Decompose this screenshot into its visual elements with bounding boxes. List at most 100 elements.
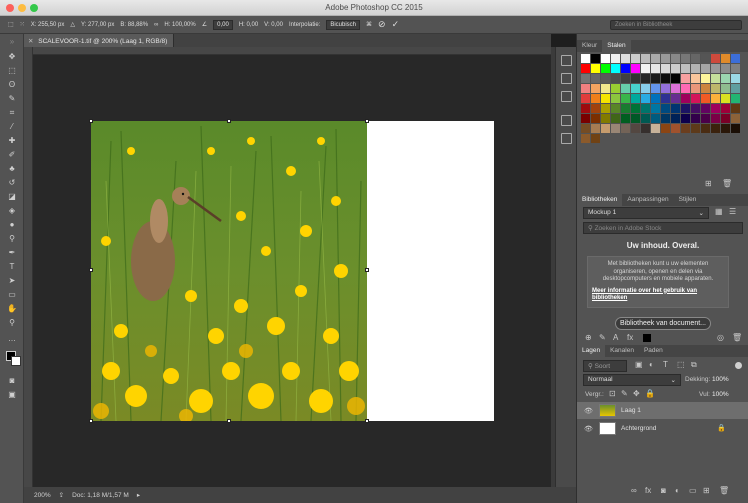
screen-mode-icon[interactable]: ▣ [6, 390, 18, 400]
color-swatch[interactable] [671, 64, 680, 73]
color-swatch[interactable] [631, 54, 640, 63]
link-icon[interactable]: ∞ [154, 22, 158, 28]
paragraph-panel-icon[interactable] [561, 133, 572, 144]
color-swatch[interactable] [611, 74, 620, 83]
lock-pixels-icon[interactable]: ⊡ [609, 389, 616, 398]
h-skew-field[interactable]: H: 0,00 [239, 22, 258, 28]
tab-stalen[interactable]: Stalen [602, 40, 631, 52]
color-swatch[interactable] [621, 104, 630, 113]
color-swatch[interactable] [731, 54, 740, 63]
color-swatch[interactable] [601, 94, 610, 103]
color-swatch[interactable] [701, 74, 710, 83]
color-swatch[interactable] [701, 104, 710, 113]
color-swatch[interactable] [691, 124, 700, 133]
transform-handle-left[interactable] [89, 268, 93, 272]
path-select-tool-icon[interactable]: ➤ [6, 276, 18, 286]
color-swatch[interactable] [671, 124, 680, 133]
color-swatch[interactable] [581, 94, 590, 103]
color-swatch[interactable] [601, 84, 610, 93]
color-swatch[interactable] [711, 74, 720, 83]
color-swatch[interactable] [631, 74, 640, 83]
quick-select-tool-icon[interactable]: ✎ [6, 94, 18, 104]
crop-tool-icon[interactable]: ⌗ [6, 108, 18, 118]
interpolation-select[interactable]: Bicubisch [326, 19, 361, 30]
color-swatch[interactable] [721, 124, 730, 133]
color-swatch[interactable] [671, 74, 680, 83]
transform-handle-top-left[interactable] [89, 119, 93, 123]
color-swatch[interactable] [651, 124, 660, 133]
library-search-input[interactable]: Zoeken in Bibliotheek [610, 19, 742, 30]
blend-mode-select[interactable]: Normaal ⌄ [583, 374, 681, 386]
color-swatch[interactable] [621, 64, 630, 73]
reference-point-icon[interactable]: ⁙ [20, 21, 25, 28]
tab-lagen[interactable]: Lagen [577, 345, 606, 357]
eraser-tool-icon[interactable]: ◪ [6, 192, 18, 202]
transform-handle-bottom[interactable] [227, 419, 231, 423]
link-layers-icon[interactable]: ∞ [631, 486, 637, 495]
type-tool-icon[interactable]: T [6, 262, 18, 272]
background-color-swatch[interactable] [11, 356, 21, 366]
marquee-tool-icon[interactable]: ⬚ [6, 66, 18, 76]
color-swatch[interactable] [681, 104, 690, 113]
color-swatch[interactable] [631, 124, 640, 133]
opacity-value[interactable]: 100% [712, 376, 729, 383]
color-swatch[interactable] [591, 84, 600, 93]
color-swatch[interactable] [701, 114, 710, 123]
color-swatch[interactable] [661, 64, 670, 73]
color-swatch[interactable] [591, 114, 600, 123]
color-swatch[interactable] [661, 124, 670, 133]
color-swatch[interactable] [711, 124, 720, 133]
color-swatch[interactable] [701, 124, 710, 133]
color-swatch[interactable] [641, 54, 650, 63]
color-swatch[interactable] [721, 114, 730, 123]
tab-kleur[interactable]: Kleur [577, 40, 602, 52]
brush-content-icon[interactable]: ✎ [599, 333, 606, 342]
status-menu-icon[interactable]: ▸ [137, 491, 140, 499]
color-swatch[interactable] [581, 124, 590, 133]
commit-transform-icon[interactable]: ✓ [392, 19, 400, 30]
layer-row-achtergrond[interactable]: 👁 Achtergrond 🔒 [577, 420, 748, 437]
color-swatch[interactable] [581, 64, 590, 73]
hand-tool-icon[interactable]: ✋ [6, 304, 18, 314]
layer-name[interactable]: Laag 1 [621, 407, 641, 414]
color-swatch[interactable] [731, 94, 740, 103]
color-swatch[interactable] [611, 124, 620, 133]
export-icon[interactable]: ⇪ [59, 491, 64, 499]
color-swatch[interactable] [581, 134, 590, 143]
color-swatch[interactable] [681, 64, 690, 73]
cancel-transform-icon[interactable]: ⊘ [378, 19, 386, 30]
lock-position-icon[interactable]: ✥ [633, 389, 640, 398]
color-swatch[interactable] [661, 114, 670, 123]
color-swatch[interactable] [581, 114, 590, 123]
zoom-level[interactable]: 200% [34, 492, 51, 499]
transform-handle-bottom-right[interactable] [365, 419, 369, 423]
layer-mask-icon[interactable]: ◙ [661, 486, 666, 495]
transform-handle-top[interactable] [227, 119, 231, 123]
color-swatch[interactable] [721, 104, 730, 113]
filter-toggle-icon[interactable] [735, 362, 742, 369]
layer-name[interactable]: Achtergrond [621, 425, 656, 432]
grid-view-icon[interactable]: ▦ [715, 207, 723, 216]
color-swatch[interactable] [681, 54, 690, 63]
color-swatch[interactable] [641, 64, 650, 73]
new-swatch-icon[interactable]: ⊞ [705, 179, 712, 188]
tab-bibliotheken[interactable]: Bibliotheken [577, 194, 623, 206]
lock-paint-icon[interactable]: ✎ [621, 389, 628, 398]
color-swatch[interactable] [621, 54, 630, 63]
color-swatch[interactable] [661, 74, 670, 83]
color-swatch[interactable] [621, 74, 630, 83]
delete-swatch-icon[interactable]: 🗑 [722, 179, 732, 188]
color-swatch[interactable] [691, 74, 700, 83]
color-swatch[interactable] [721, 94, 730, 103]
y-position-field[interactable]: Y: 277,00 px [81, 22, 114, 28]
color-swatch[interactable] [591, 74, 600, 83]
angle-field[interactable]: 0,00 [213, 19, 233, 30]
color-swatch[interactable] [691, 54, 700, 63]
filter-pixel-icon[interactable]: ▣ [635, 360, 643, 369]
brush-tool-icon[interactable]: ✐ [6, 150, 18, 160]
color-swatch[interactable] [701, 94, 710, 103]
color-swatch[interactable] [681, 94, 690, 103]
lasso-tool-icon[interactable]: ʘ [6, 80, 18, 90]
transform-handle-bottom-left[interactable] [89, 419, 93, 423]
color-swatch[interactable] [721, 84, 730, 93]
